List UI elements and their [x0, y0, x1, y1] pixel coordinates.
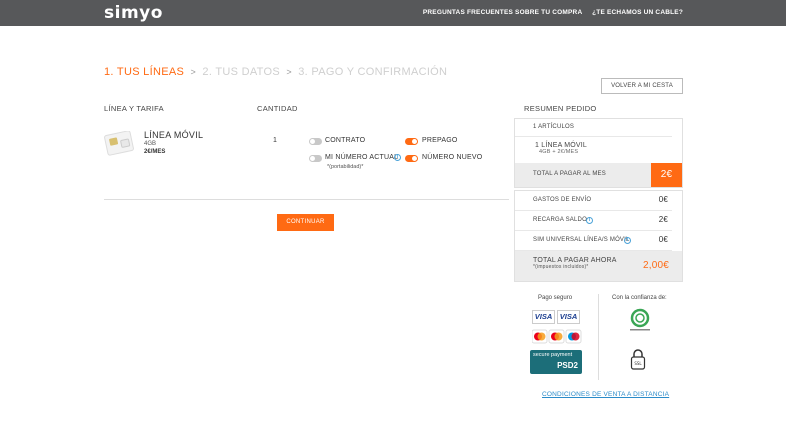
help-link[interactable]: ¿TE ECHAMOS UN CABLE? [592, 9, 683, 16]
items-count: 1 ARTÍCULOS [533, 124, 575, 130]
back-to-cart-button[interactable]: VOLVER A MI CESTA [601, 78, 683, 94]
continue-button[interactable]: CONTINUAR [277, 214, 334, 231]
secure-payment-heading: Pago seguro [538, 295, 573, 301]
prepago-label: PREPAGO [422, 137, 458, 144]
mi-numero-toggle[interactable] [309, 155, 322, 162]
faq-link[interactable]: PREGUNTAS FRECUENTES SOBRE TU COMPRA [423, 9, 582, 16]
line-price: 2€/MES [144, 149, 166, 155]
checkout-steps: 1. TUS LÍNEAS > 2. TUS DATOS > 3. PAGO Y… [104, 66, 447, 78]
sim-label: SIM UNIVERSAL LÍNEA/S MÓVIL [533, 237, 630, 243]
step-separator: > [190, 67, 197, 77]
quantity-column-header: CANTIDAD [257, 104, 298, 113]
summary-item-title: 1 LÍNEA MÓVIL [535, 142, 588, 149]
total-now-row: TOTAL A PAGAR AHORA *(impuestos incluido… [515, 251, 682, 281]
top-links: PREGUNTAS FRECUENTES SOBRE TU COMPRA ¿TE… [415, 9, 683, 16]
portabilidad-note: *(portabilidad)* [327, 164, 364, 170]
svg-text:SSL: SSL [634, 361, 642, 366]
step-lines: 1. TUS LÍNEAS [104, 66, 185, 78]
order-summary: 1 ARTÍCULOS 1 LÍNEA MÓVIL 4GB + 2€/MES T… [514, 118, 683, 188]
top-bar: simyo PREGUNTAS FRECUENTES SOBRE TU COMP… [0, 0, 786, 26]
recharge-label: RECARGA SALDO [533, 217, 587, 223]
sim-value: 0€ [658, 235, 668, 244]
confianza-online-logo [630, 308, 650, 331]
numero-nuevo-label: NÚMERO NUEVO [422, 154, 483, 161]
step-payment: 3. PAGO Y CONFIRMACIÓN [298, 66, 448, 78]
mi-numero-label: MI NÚMERO ACTUAL [325, 154, 399, 161]
numero-nuevo-toggle[interactable] [405, 155, 418, 162]
info-icon[interactable]: i [624, 237, 631, 244]
simyo-logo[interactable]: simyo [104, 3, 163, 23]
visa-electron-logo: VISA [557, 310, 580, 324]
info-icon[interactable]: i [586, 217, 593, 224]
info-icon[interactable]: i [394, 154, 401, 161]
psd2-text: secure payment [533, 352, 573, 358]
step-data: 2. TUS DATOS [202, 66, 280, 78]
sim-card-image [104, 131, 134, 156]
payment-summary: GASTOS DE ENVÍO 0€ RECARGA SALDO i 2€ SI… [514, 190, 683, 282]
monthly-total-row: TOTAL A PAGAR AL MES 2€ [515, 163, 682, 187]
trust-divider [598, 294, 599, 380]
sim-row: SIM UNIVERSAL LÍNEA/S MÓVIL i 0€ [515, 231, 672, 251]
prepago-toggle[interactable] [405, 138, 418, 145]
contrato-label: CONTRATO [325, 137, 366, 144]
summary-item-sub: 4GB + 2€/MES [539, 149, 579, 155]
psd2-label: PSD2 [557, 361, 578, 370]
monthly-total-value: 2€ [651, 163, 682, 187]
recharge-value: 2€ [658, 215, 668, 224]
visa-logo: VISA [532, 310, 555, 324]
contrato-toggle[interactable] [309, 138, 322, 145]
card-brands-logo [532, 329, 582, 344]
line-title: LÍNEA MÓVIL [144, 130, 204, 140]
shipping-value: 0€ [658, 195, 668, 204]
conditions-link[interactable]: CONDICIONES DE VENTA A DISTANCIA [542, 391, 669, 398]
step-separator: > [286, 67, 292, 77]
ssl-lock-icon: SSL [630, 349, 646, 370]
line-column-header: LÍNEA Y TARIFA [104, 104, 164, 113]
trust-heading: Con la confianza de: [612, 295, 667, 301]
summary-line-item: 1 LÍNEA MÓVIL 4GB + 2€/MES [515, 136, 672, 163]
psd2-badge: secure payment PSD2 [530, 350, 582, 374]
quantity-value[interactable]: 1 [273, 137, 277, 144]
monthly-total-label: TOTAL A PAGAR AL MES [533, 171, 606, 177]
divider [104, 199, 509, 200]
total-now-value: 2,00€ [642, 260, 669, 271]
recharge-row: RECARGA SALDO i 2€ [515, 211, 672, 231]
line-data-amount: 4GB [144, 141, 157, 147]
shipping-row: GASTOS DE ENVÍO 0€ [515, 191, 672, 211]
summary-header: RESUMEN PEDIDO [524, 104, 597, 113]
shipping-label: GASTOS DE ENVÍO [533, 197, 592, 203]
